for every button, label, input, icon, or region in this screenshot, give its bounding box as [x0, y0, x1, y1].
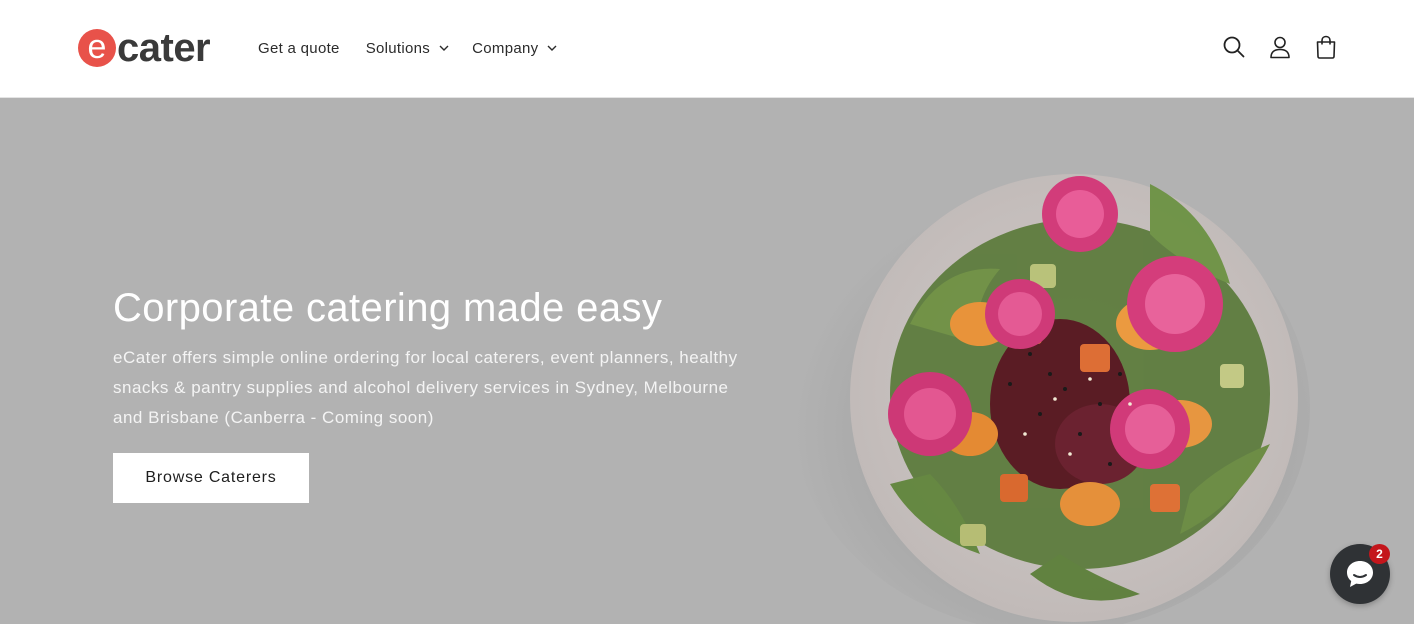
hero-title: Corporate catering made easy	[113, 286, 663, 330]
salad-bowl-image	[850, 174, 1298, 622]
chevron-down-icon	[439, 45, 449, 51]
nav-company[interactable]: Company	[472, 37, 558, 59]
nav-get-a-quote[interactable]: Get a quote	[258, 37, 340, 59]
main-nav: Get a quote Solutions Company	[258, 37, 558, 59]
hero-description: eCater offers simple online ordering for…	[113, 348, 738, 427]
nav-item-label: Company	[472, 39, 539, 57]
chevron-down-icon	[547, 45, 557, 51]
browse-caterers-button[interactable]: Browse Caterers	[113, 453, 309, 503]
chat-unread-badge: 2	[1369, 544, 1390, 564]
nav-item-label: Solutions	[365, 39, 431, 57]
ecater-logo[interactable]: e cater	[78, 26, 211, 70]
nav-solutions[interactable]: Solutions	[366, 37, 450, 59]
account-icon[interactable]	[1268, 34, 1292, 60]
site-header: e cater Get a quote Solutions Company	[0, 0, 1414, 98]
salad-illustration	[888, 176, 1270, 601]
header-actions	[1200, 34, 1338, 60]
cart-icon[interactable]	[1314, 34, 1338, 60]
search-icon[interactable]	[1222, 34, 1246, 60]
chat-icon	[1347, 561, 1373, 587]
logo-e-mark: e	[78, 29, 116, 67]
logo-wordmark: cater	[117, 26, 211, 70]
hero-banner: Corporate catering made easy eCater offe…	[0, 98, 1414, 624]
nav-item-label: Get a quote	[258, 39, 340, 57]
